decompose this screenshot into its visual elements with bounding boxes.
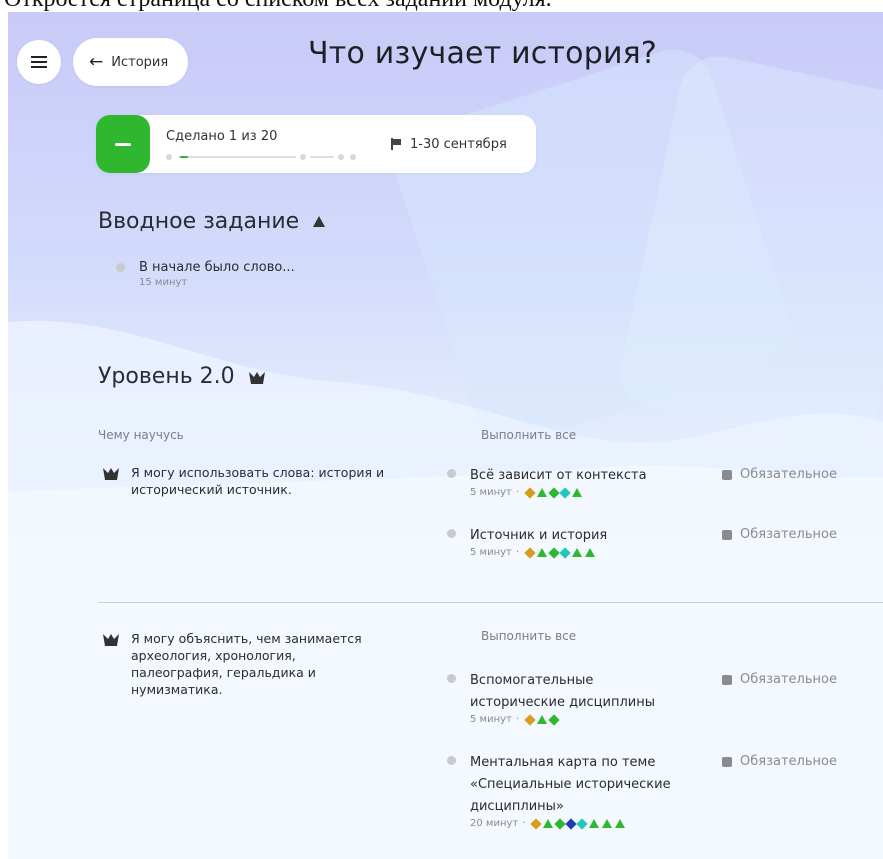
triangle-icon	[572, 488, 583, 497]
triangle-icon	[543, 819, 554, 828]
level-title-text: Уровень 2.0	[98, 364, 235, 389]
cube-icon	[722, 529, 732, 540]
task-duration: 5 минут	[470, 487, 512, 498]
crown-icon	[248, 371, 265, 384]
learn-column-header: Чему научусь	[98, 428, 184, 442]
deadline-text: 1-30 сентября	[410, 136, 507, 152]
status-dot	[447, 756, 456, 765]
task-item[interactable]: Вспомогательные исторические дисциплины …	[447, 670, 687, 726]
task-name: Ментальная карта по теме «Специальные ис…	[470, 755, 671, 814]
back-button-label: История	[111, 54, 169, 70]
minus-icon	[115, 142, 131, 146]
task-item[interactable]: Источник и история 5 минут ·	[447, 525, 697, 559]
task-duration: 15 минут	[139, 277, 188, 288]
diamond-icon	[559, 546, 571, 559]
module-page: ← История Что изучает история? Сделано 1…	[8, 12, 883, 859]
task-item[interactable]: Ментальная карта по теме «Специальные ис…	[447, 752, 697, 830]
group-divider	[98, 602, 883, 603]
level-section-title: Уровень 2.0	[98, 364, 265, 389]
triangle-icon	[585, 548, 596, 557]
diamond-icon	[530, 817, 543, 830]
skill-item: Я могу объяснить, чем занимается археоло…	[103, 630, 383, 698]
triangle-icon	[615, 819, 626, 828]
task-meta: 20 минут ·	[470, 817, 685, 830]
menu-button[interactable]	[17, 40, 61, 84]
status-dot	[447, 469, 456, 478]
intro-section-title: Вводное задание	[98, 209, 326, 234]
cube-icon	[722, 756, 732, 767]
task-item[interactable]: Всё зависит от контекста 5 минут ·	[447, 465, 697, 499]
crown-icon	[103, 468, 119, 480]
crown-icon	[103, 634, 119, 646]
arrow-left-icon: ←	[89, 52, 104, 72]
intro-title-text: Вводное задание	[98, 209, 300, 234]
collapse-button[interactable]	[96, 115, 150, 173]
requirement-text: Обязательное	[740, 467, 837, 482]
task-duration: 5 минут	[470, 714, 512, 725]
progress-fill	[180, 155, 188, 158]
status-dot	[447, 529, 456, 538]
progress-label: Сделано 1 из 20	[166, 128, 278, 144]
task-name: В начале было слово...	[139, 260, 295, 275]
triangle-icon	[602, 819, 613, 828]
diamond-icon	[524, 713, 536, 726]
task-meta: 5 минут ·	[470, 546, 607, 559]
task-name: Источник и история	[470, 528, 608, 543]
progress-track	[166, 153, 356, 160]
skill-text: Я могу использовать слова: история и ист…	[131, 465, 385, 497]
requirement-badge: Обязательное	[722, 467, 837, 482]
requirement-text: Обязательное	[740, 672, 837, 687]
requirement-text: Обязательное	[740, 527, 837, 542]
requirement-badge: Обязательное	[722, 672, 837, 687]
diamond-icon	[524, 486, 536, 499]
task-name: Вспомогательные исторические дисциплины	[470, 673, 655, 710]
do-all-link[interactable]: Выполнить все	[481, 629, 576, 643]
difficulty-marks	[524, 546, 596, 559]
task-meta: 5 минут ·	[470, 713, 680, 726]
triangle-icon	[537, 715, 548, 724]
diamond-icon	[524, 546, 536, 559]
task-meta: 5 минут ·	[470, 486, 647, 499]
requirement-badge: Обязательное	[722, 754, 837, 769]
triangle-icon	[537, 488, 548, 497]
hamburger-icon	[31, 56, 47, 68]
task-duration: 20 минут	[470, 818, 519, 829]
status-dot	[116, 263, 125, 272]
skill-text: Я могу объяснить, чем занимается археоло…	[131, 631, 362, 697]
task-name: Всё зависит от контекста	[470, 468, 647, 483]
triangle-icon	[572, 548, 583, 557]
page-title: Что изучает история?	[308, 36, 658, 71]
cube-icon	[722, 469, 732, 480]
status-dot	[447, 674, 456, 683]
diamond-icon	[548, 713, 560, 726]
cube-icon	[722, 674, 732, 685]
progress-card: Сделано 1 из 20 1-30 сентября	[96, 115, 536, 173]
requirement-text: Обязательное	[740, 754, 837, 769]
difficulty-marks	[530, 817, 626, 830]
difficulty-marks	[524, 486, 583, 499]
flag-icon	[390, 138, 402, 150]
do-all-link[interactable]: Выполнить все	[481, 428, 576, 442]
triangle-icon	[589, 819, 600, 828]
requirement-badge: Обязательное	[722, 527, 837, 542]
triangle-icon	[537, 548, 548, 557]
diamond-icon	[576, 817, 589, 830]
difficulty-marks	[524, 713, 560, 726]
back-button[interactable]: ← История	[73, 38, 189, 86]
intro-task[interactable]: В начале было слово... 15 минут	[116, 259, 295, 288]
skill-item: Я могу использовать слова: история и ист…	[103, 464, 403, 498]
task-duration: 5 минут	[470, 547, 512, 558]
deadline: 1-30 сентября	[390, 137, 507, 152]
diamond-icon	[559, 486, 571, 499]
triangle-up-icon	[313, 216, 326, 227]
